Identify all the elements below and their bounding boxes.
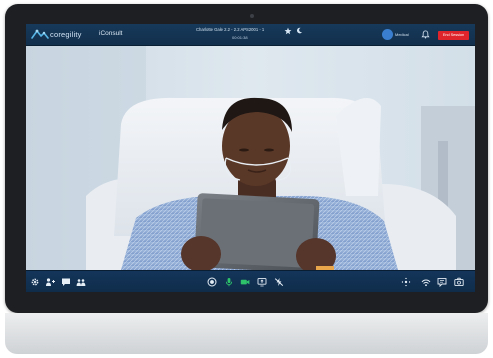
room-title: Charlotte Gale 2.2 - 2.2 APS2001 - 1 <box>196 27 265 32</box>
snapshot-icon[interactable] <box>454 277 464 287</box>
star-icon[interactable] <box>284 27 292 35</box>
moon-icon[interactable] <box>296 27 303 34</box>
user-name[interactable]: Medical <box>395 32 409 37</box>
network-icon[interactable] <box>421 277 431 287</box>
coregility-logo-icon <box>31 29 49 39</box>
camera-icon[interactable] <box>240 277 250 287</box>
share-screen-icon[interactable] <box>257 277 267 287</box>
add-person-icon[interactable] <box>45 277 55 287</box>
end-session-button[interactable]: End Session <box>438 31 469 40</box>
mic-icon[interactable] <box>224 277 234 287</box>
chat-icon[interactable] <box>61 277 71 287</box>
patient-video-image <box>26 46 475 270</box>
brand-name: coregility <box>50 30 82 39</box>
user-avatar[interactable] <box>382 29 393 40</box>
no-flash-icon[interactable] <box>274 277 284 287</box>
top-bar: coregility iConsult Charlotte Gale 2.2 -… <box>26 24 475 46</box>
monitor-chin <box>5 313 488 354</box>
bell-icon[interactable] <box>421 30 430 39</box>
participants-icon[interactable] <box>76 277 86 287</box>
caption-icon[interactable] <box>437 277 447 287</box>
video-feed <box>26 46 475 270</box>
call-controls-bar <box>26 270 475 292</box>
webcam-dot <box>250 14 254 18</box>
pan-icon[interactable] <box>401 277 411 287</box>
call-timer: 00:01:38 <box>232 35 248 40</box>
app-screen: coregility iConsult Charlotte Gale 2.2 -… <box>26 24 475 292</box>
record-icon[interactable] <box>207 277 217 287</box>
gear-icon[interactable] <box>30 277 40 287</box>
app-name: iConsult <box>99 30 123 37</box>
